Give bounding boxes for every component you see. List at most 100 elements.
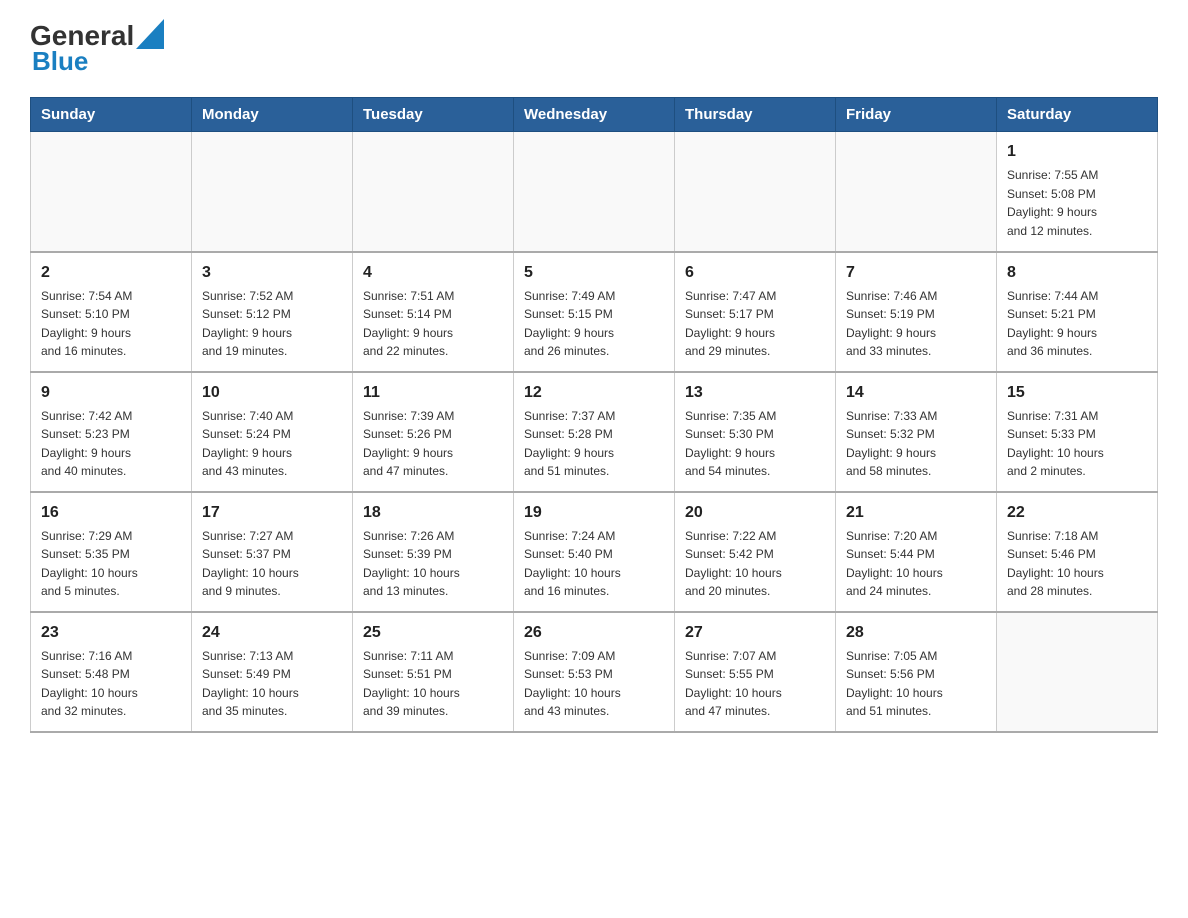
day-info: Sunrise: 7:49 AM Sunset: 5:15 PM Dayligh…: [524, 287, 664, 361]
calendar-cell: 17Sunrise: 7:27 AM Sunset: 5:37 PM Dayli…: [192, 492, 353, 612]
day-number: 25: [363, 621, 503, 645]
day-info: Sunrise: 7:55 AM Sunset: 5:08 PM Dayligh…: [1007, 166, 1147, 240]
weekday-friday: Friday: [836, 98, 997, 132]
day-info: Sunrise: 7:54 AM Sunset: 5:10 PM Dayligh…: [41, 287, 181, 361]
day-number: 18: [363, 501, 503, 525]
logo-triangle-icon: [136, 19, 164, 49]
weekday-saturday: Saturday: [997, 98, 1158, 132]
calendar-cell: 18Sunrise: 7:26 AM Sunset: 5:39 PM Dayli…: [353, 492, 514, 612]
day-info: Sunrise: 7:20 AM Sunset: 5:44 PM Dayligh…: [846, 527, 986, 601]
calendar-cell: [675, 132, 836, 252]
day-info: Sunrise: 7:46 AM Sunset: 5:19 PM Dayligh…: [846, 287, 986, 361]
calendar-cell: 7Sunrise: 7:46 AM Sunset: 5:19 PM Daylig…: [836, 252, 997, 372]
calendar-week-1: 1Sunrise: 7:55 AM Sunset: 5:08 PM Daylig…: [31, 132, 1158, 252]
calendar-cell: 1Sunrise: 7:55 AM Sunset: 5:08 PM Daylig…: [997, 132, 1158, 252]
calendar-cell: 3Sunrise: 7:52 AM Sunset: 5:12 PM Daylig…: [192, 252, 353, 372]
day-info: Sunrise: 7:52 AM Sunset: 5:12 PM Dayligh…: [202, 287, 342, 361]
calendar-cell: 2Sunrise: 7:54 AM Sunset: 5:10 PM Daylig…: [31, 252, 192, 372]
calendar-week-2: 2Sunrise: 7:54 AM Sunset: 5:10 PM Daylig…: [31, 252, 1158, 372]
day-number: 9: [41, 381, 181, 405]
day-number: 11: [363, 381, 503, 405]
day-number: 4: [363, 261, 503, 285]
day-info: Sunrise: 7:07 AM Sunset: 5:55 PM Dayligh…: [685, 647, 825, 721]
logo: General Blue: [30, 20, 164, 77]
day-info: Sunrise: 7:35 AM Sunset: 5:30 PM Dayligh…: [685, 407, 825, 481]
day-info: Sunrise: 7:33 AM Sunset: 5:32 PM Dayligh…: [846, 407, 986, 481]
day-info: Sunrise: 7:27 AM Sunset: 5:37 PM Dayligh…: [202, 527, 342, 601]
day-number: 10: [202, 381, 342, 405]
weekday-wednesday: Wednesday: [514, 98, 675, 132]
calendar-cell: 5Sunrise: 7:49 AM Sunset: 5:15 PM Daylig…: [514, 252, 675, 372]
calendar-week-4: 16Sunrise: 7:29 AM Sunset: 5:35 PM Dayli…: [31, 492, 1158, 612]
day-number: 23: [41, 621, 181, 645]
day-number: 16: [41, 501, 181, 525]
day-info: Sunrise: 7:13 AM Sunset: 5:49 PM Dayligh…: [202, 647, 342, 721]
day-number: 17: [202, 501, 342, 525]
day-number: 28: [846, 621, 986, 645]
day-number: 27: [685, 621, 825, 645]
day-info: Sunrise: 7:16 AM Sunset: 5:48 PM Dayligh…: [41, 647, 181, 721]
day-number: 26: [524, 621, 664, 645]
calendar-cell: [192, 132, 353, 252]
calendar-cell: 27Sunrise: 7:07 AM Sunset: 5:55 PM Dayli…: [675, 612, 836, 732]
calendar-cell: 4Sunrise: 7:51 AM Sunset: 5:14 PM Daylig…: [353, 252, 514, 372]
day-info: Sunrise: 7:11 AM Sunset: 5:51 PM Dayligh…: [363, 647, 503, 721]
page-header: General Blue: [30, 20, 1158, 77]
calendar-cell: 25Sunrise: 7:11 AM Sunset: 5:51 PM Dayli…: [353, 612, 514, 732]
calendar-cell: 24Sunrise: 7:13 AM Sunset: 5:49 PM Dayli…: [192, 612, 353, 732]
weekday-monday: Monday: [192, 98, 353, 132]
calendar-cell: 28Sunrise: 7:05 AM Sunset: 5:56 PM Dayli…: [836, 612, 997, 732]
calendar-cell: 20Sunrise: 7:22 AM Sunset: 5:42 PM Dayli…: [675, 492, 836, 612]
calendar-cell: 6Sunrise: 7:47 AM Sunset: 5:17 PM Daylig…: [675, 252, 836, 372]
day-number: 1: [1007, 140, 1147, 164]
day-info: Sunrise: 7:42 AM Sunset: 5:23 PM Dayligh…: [41, 407, 181, 481]
calendar-cell: 22Sunrise: 7:18 AM Sunset: 5:46 PM Dayli…: [997, 492, 1158, 612]
day-number: 12: [524, 381, 664, 405]
calendar-header: SundayMondayTuesdayWednesdayThursdayFrid…: [31, 98, 1158, 132]
calendar-body: 1Sunrise: 7:55 AM Sunset: 5:08 PM Daylig…: [31, 132, 1158, 732]
day-number: 19: [524, 501, 664, 525]
day-info: Sunrise: 7:44 AM Sunset: 5:21 PM Dayligh…: [1007, 287, 1147, 361]
day-info: Sunrise: 7:05 AM Sunset: 5:56 PM Dayligh…: [846, 647, 986, 721]
calendar-cell: 8Sunrise: 7:44 AM Sunset: 5:21 PM Daylig…: [997, 252, 1158, 372]
day-number: 24: [202, 621, 342, 645]
weekday-sunday: Sunday: [31, 98, 192, 132]
day-info: Sunrise: 7:39 AM Sunset: 5:26 PM Dayligh…: [363, 407, 503, 481]
day-info: Sunrise: 7:26 AM Sunset: 5:39 PM Dayligh…: [363, 527, 503, 601]
calendar-cell: [836, 132, 997, 252]
day-number: 2: [41, 261, 181, 285]
calendar-week-3: 9Sunrise: 7:42 AM Sunset: 5:23 PM Daylig…: [31, 372, 1158, 492]
day-number: 7: [846, 261, 986, 285]
calendar-cell: 23Sunrise: 7:16 AM Sunset: 5:48 PM Dayli…: [31, 612, 192, 732]
day-number: 8: [1007, 261, 1147, 285]
calendar-cell: [31, 132, 192, 252]
day-number: 3: [202, 261, 342, 285]
day-number: 13: [685, 381, 825, 405]
logo-blue: Blue: [32, 46, 88, 76]
day-info: Sunrise: 7:40 AM Sunset: 5:24 PM Dayligh…: [202, 407, 342, 481]
calendar-table: SundayMondayTuesdayWednesdayThursdayFrid…: [30, 97, 1158, 733]
calendar-cell: 13Sunrise: 7:35 AM Sunset: 5:30 PM Dayli…: [675, 372, 836, 492]
calendar-cell: 10Sunrise: 7:40 AM Sunset: 5:24 PM Dayli…: [192, 372, 353, 492]
calendar-cell: [353, 132, 514, 252]
day-info: Sunrise: 7:24 AM Sunset: 5:40 PM Dayligh…: [524, 527, 664, 601]
day-number: 15: [1007, 381, 1147, 405]
weekday-header-row: SundayMondayTuesdayWednesdayThursdayFrid…: [31, 98, 1158, 132]
day-info: Sunrise: 7:29 AM Sunset: 5:35 PM Dayligh…: [41, 527, 181, 601]
day-number: 20: [685, 501, 825, 525]
day-info: Sunrise: 7:09 AM Sunset: 5:53 PM Dayligh…: [524, 647, 664, 721]
calendar-cell: 26Sunrise: 7:09 AM Sunset: 5:53 PM Dayli…: [514, 612, 675, 732]
day-info: Sunrise: 7:47 AM Sunset: 5:17 PM Dayligh…: [685, 287, 825, 361]
day-number: 5: [524, 261, 664, 285]
weekday-tuesday: Tuesday: [353, 98, 514, 132]
calendar-week-5: 23Sunrise: 7:16 AM Sunset: 5:48 PM Dayli…: [31, 612, 1158, 732]
calendar-cell: 14Sunrise: 7:33 AM Sunset: 5:32 PM Dayli…: [836, 372, 997, 492]
weekday-thursday: Thursday: [675, 98, 836, 132]
calendar-cell: [514, 132, 675, 252]
day-number: 6: [685, 261, 825, 285]
day-info: Sunrise: 7:22 AM Sunset: 5:42 PM Dayligh…: [685, 527, 825, 601]
day-number: 14: [846, 381, 986, 405]
calendar-cell: 19Sunrise: 7:24 AM Sunset: 5:40 PM Dayli…: [514, 492, 675, 612]
calendar-cell: 11Sunrise: 7:39 AM Sunset: 5:26 PM Dayli…: [353, 372, 514, 492]
day-info: Sunrise: 7:37 AM Sunset: 5:28 PM Dayligh…: [524, 407, 664, 481]
